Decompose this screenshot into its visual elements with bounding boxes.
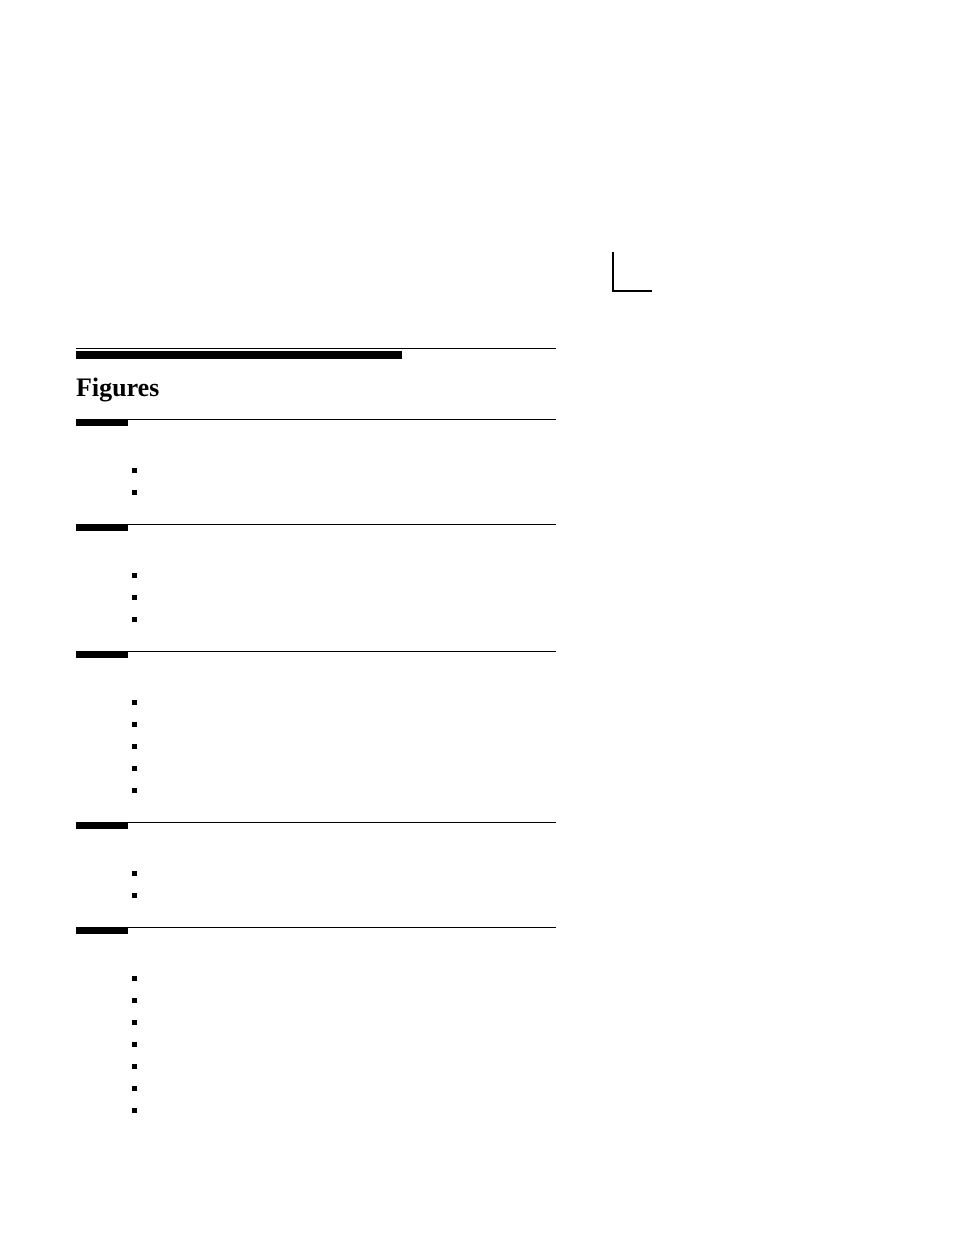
section (76, 927, 556, 1122)
figure-entry (132, 885, 556, 907)
figure-entry (132, 1012, 556, 1034)
section (76, 524, 556, 631)
figure-list (76, 460, 556, 504)
figure-entry (132, 736, 556, 758)
section-rule (76, 651, 556, 652)
section-rule (76, 822, 556, 823)
figure-entry (132, 780, 556, 802)
section-tab (76, 928, 128, 934)
figure-entry (132, 714, 556, 736)
section-body (76, 527, 556, 631)
figure-entry (132, 1078, 556, 1100)
figure-list (76, 863, 556, 907)
page-title: Figures (76, 373, 556, 403)
title-bar (76, 351, 402, 359)
figure-entry (132, 460, 556, 482)
figure-entry (132, 863, 556, 885)
figure-entry (132, 758, 556, 780)
figure-entry (132, 1034, 556, 1056)
section (76, 651, 556, 802)
crop-mark-icon (612, 252, 652, 292)
figure-entry (132, 482, 556, 504)
figure-list (76, 565, 556, 631)
sections-container (76, 419, 556, 1122)
figure-entry (132, 692, 556, 714)
section-rule (76, 524, 556, 525)
title-top-rule (76, 348, 556, 349)
figure-entry (132, 565, 556, 587)
figure-entry (132, 1100, 556, 1122)
figure-entry (132, 968, 556, 990)
section-tab (76, 652, 128, 658)
section (76, 419, 556, 504)
page: Figures (0, 0, 954, 1235)
figure-entry (132, 1056, 556, 1078)
section-body (76, 825, 556, 907)
figure-entry (132, 587, 556, 609)
section-tab (76, 420, 128, 426)
figure-list (76, 692, 556, 802)
section-tab (76, 823, 128, 829)
section-rule (76, 419, 556, 420)
section-body (76, 422, 556, 504)
section-body (76, 930, 556, 1122)
figure-list (76, 968, 556, 1122)
section (76, 822, 556, 907)
figure-entry (132, 609, 556, 631)
section-rule (76, 927, 556, 928)
figure-entry (132, 990, 556, 1012)
content-column: Figures (76, 348, 556, 1142)
section-tab (76, 525, 128, 531)
section-body (76, 654, 556, 802)
